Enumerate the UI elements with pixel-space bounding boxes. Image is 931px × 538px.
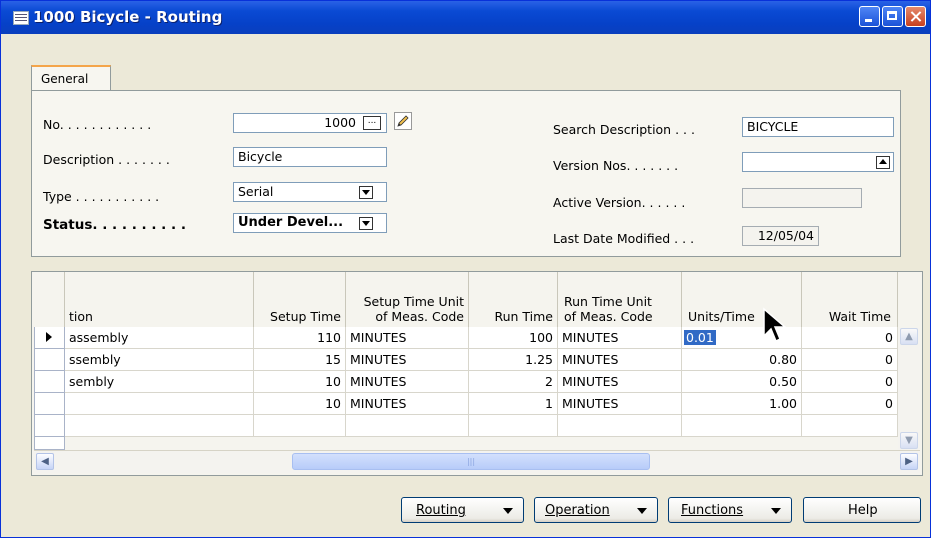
row-selector-header bbox=[34, 272, 65, 327]
row-selector[interactable] bbox=[34, 371, 65, 393]
cell-wait-time[interactable]: 0 bbox=[802, 393, 898, 415]
active-version-field bbox=[742, 188, 862, 208]
scroll-thumb[interactable]: ||| bbox=[292, 453, 650, 470]
cell-empty[interactable] bbox=[469, 415, 558, 437]
close-button[interactable] bbox=[905, 6, 926, 27]
routing-lines-grid: tion Setup Time Setup Time Unit of Meas. … bbox=[31, 271, 923, 476]
routing-menu-button[interactable]: Routing bbox=[401, 497, 524, 523]
cell-setup-unit[interactable]: MINUTES bbox=[346, 371, 469, 393]
active-version-label: Active Version. . . . . . bbox=[553, 195, 686, 210]
horizontal-scrollbar[interactable]: ◀ ||| ▶ bbox=[34, 450, 920, 473]
last-date-modified-field: 12/05/04 bbox=[742, 226, 819, 246]
maximize-button[interactable] bbox=[882, 6, 903, 27]
column-header-run-time[interactable]: Run Time bbox=[469, 272, 558, 327]
help-button[interactable]: Help bbox=[803, 497, 921, 523]
version-nos-label: Version Nos. . . . . . . bbox=[553, 158, 679, 173]
row-selector[interactable] bbox=[34, 327, 65, 349]
cell-empty[interactable] bbox=[254, 415, 346, 437]
cell-description[interactable]: ssembly bbox=[65, 349, 254, 371]
cell-units-time[interactable]: 1.00 bbox=[682, 393, 802, 415]
cell-run-unit[interactable]: MINUTES bbox=[558, 371, 682, 393]
cell-units-time[interactable]: 0.80 bbox=[682, 349, 802, 371]
column-header-setup-time[interactable]: Setup Time bbox=[254, 272, 346, 327]
cell-run-time[interactable]: 1.25 bbox=[469, 349, 558, 371]
functions-menu-button[interactable]: Functions bbox=[668, 497, 792, 523]
cell-wait-time[interactable]: 0 bbox=[802, 327, 898, 349]
search-description-label: Search Description . . . bbox=[553, 122, 695, 137]
tab-general[interactable]: General bbox=[31, 65, 111, 91]
scroll-down-button[interactable]: ▼ bbox=[900, 432, 918, 449]
mouse-cursor-icon bbox=[763, 307, 788, 343]
cell-run-time[interactable]: 100 bbox=[469, 327, 558, 349]
cell-units-time-selection: 0.01 bbox=[684, 330, 716, 345]
scroll-right-button[interactable]: ▶ bbox=[900, 453, 918, 470]
description-field[interactable]: Bicycle bbox=[233, 147, 387, 167]
functions-button-label: Functions bbox=[681, 503, 744, 518]
cell-run-unit[interactable]: MINUTES bbox=[558, 393, 682, 415]
search-description-field[interactable]: BICYCLE bbox=[742, 117, 894, 137]
cell-setup-time[interactable]: 110 bbox=[254, 327, 346, 349]
row-selector[interactable] bbox=[34, 393, 65, 415]
form-icon bbox=[13, 11, 29, 25]
minimize-button[interactable] bbox=[859, 6, 880, 27]
cell-run-unit[interactable]: MINUTES bbox=[558, 327, 682, 349]
row-selector[interactable] bbox=[34, 437, 65, 450]
column-header-setup-time-unit[interactable]: Setup Time Unit of Meas. Code bbox=[346, 272, 469, 327]
cell-empty[interactable] bbox=[346, 415, 469, 437]
cell-setup-time[interactable]: 15 bbox=[254, 349, 346, 371]
cell-empty[interactable] bbox=[682, 415, 802, 437]
chevron-down-icon bbox=[503, 508, 513, 514]
cell-setup-unit[interactable]: MINUTES bbox=[346, 393, 469, 415]
scroll-up-button[interactable]: ▲ bbox=[900, 328, 918, 345]
column-header-wait-time[interactable]: Wait Time bbox=[802, 272, 898, 327]
cell-empty[interactable] bbox=[558, 415, 682, 437]
cell-description[interactable] bbox=[65, 393, 254, 415]
cell-run-time[interactable]: 2 bbox=[469, 371, 558, 393]
version-nos-lookup-button[interactable] bbox=[876, 156, 890, 169]
title-bar[interactable]: 1000 Bicycle - Routing bbox=[1, 1, 930, 34]
cell-setup-unit[interactable]: MINUTES bbox=[346, 349, 469, 371]
routing-button-label: Routing bbox=[416, 503, 466, 518]
cell-run-time[interactable]: 1 bbox=[469, 393, 558, 415]
last-date-modified-label: Last Date Modified . . . bbox=[553, 231, 695, 246]
pencil-icon[interactable] bbox=[394, 112, 412, 130]
chevron-down-icon bbox=[637, 508, 647, 514]
cell-wait-time[interactable]: 0 bbox=[802, 349, 898, 371]
chevron-down-icon bbox=[771, 508, 781, 514]
type-dropdown-button[interactable] bbox=[359, 186, 373, 199]
cell-wait-time[interactable]: 0 bbox=[802, 371, 898, 393]
cell-setup-unit[interactable]: MINUTES bbox=[346, 327, 469, 349]
window-title: 1000 Bicycle - Routing bbox=[33, 8, 223, 26]
status-label: Status. . . . . . . . . . bbox=[43, 217, 186, 233]
version-nos-field[interactable] bbox=[742, 152, 894, 172]
help-button-label: Help bbox=[848, 503, 878, 518]
column-header-description[interactable]: tion bbox=[65, 272, 254, 327]
description-label: Description . . . . . . . bbox=[43, 152, 170, 167]
no-label: No. . . . . . . . . . . . bbox=[43, 117, 152, 132]
cell-empty[interactable] bbox=[65, 415, 254, 437]
tab-general-label: General bbox=[41, 72, 89, 86]
cell-description[interactable]: sembly bbox=[65, 371, 254, 393]
operation-menu-button[interactable]: Operation bbox=[534, 497, 658, 523]
assist-edit-button[interactable]: ... bbox=[363, 116, 381, 130]
status-dropdown-button[interactable] bbox=[359, 217, 373, 230]
cell-setup-time[interactable]: 10 bbox=[254, 371, 346, 393]
operation-button-label: Operation bbox=[545, 503, 610, 518]
row-selector[interactable] bbox=[34, 349, 65, 371]
cell-units-time[interactable]: 0.50 bbox=[682, 371, 802, 393]
vertical-scrollbar[interactable]: ▲ ▼ bbox=[898, 328, 920, 450]
cell-description[interactable]: assembly bbox=[65, 327, 254, 349]
routing-window: 1000 Bicycle - Routing General No. . . .… bbox=[0, 0, 931, 538]
scroll-left-button[interactable]: ◀ bbox=[36, 453, 54, 470]
cell-run-unit[interactable]: MINUTES bbox=[558, 349, 682, 371]
column-header-run-time-unit[interactable]: Run Time Unit of Meas. Code bbox=[558, 272, 682, 327]
cell-empty[interactable] bbox=[802, 415, 898, 437]
cell-setup-time[interactable]: 10 bbox=[254, 393, 346, 415]
row-selector[interactable] bbox=[34, 415, 65, 437]
type-label: Type . . . . . . . . . . . bbox=[43, 189, 160, 204]
